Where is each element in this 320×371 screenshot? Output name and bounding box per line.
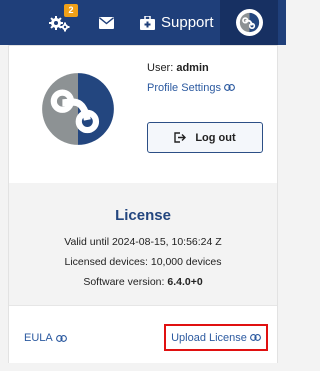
eula-link[interactable]: EULA (24, 332, 67, 344)
software-version: Software version: 6.4.0+0 (83, 276, 203, 288)
sign-out-icon (174, 132, 187, 143)
support-briefcase-icon (140, 15, 155, 30)
user-menu-tab[interactable] (220, 0, 278, 45)
license-valid-until: Valid until 2024-08-15, 10:56:24 Z (64, 236, 222, 248)
support-link[interactable]: Support (140, 0, 214, 45)
link-icon (55, 334, 67, 342)
user-section: User: admin Profile Settings Log out (9, 46, 277, 183)
current-user: User: admin (147, 62, 209, 74)
link-icon (249, 334, 261, 341)
license-title: License (115, 207, 171, 224)
link-icon (224, 84, 235, 91)
notification-badge: 2 (64, 4, 78, 17)
user-dropdown-panel: User: admin Profile Settings Log out Lic… (8, 45, 278, 363)
panel-footer: EULA Upload License (9, 305, 277, 363)
messages-button[interactable] (99, 0, 115, 45)
avatar (235, 9, 263, 36)
username: admin (176, 62, 209, 74)
licensed-devices: Licensed devices: 10,000 devices (64, 256, 222, 268)
envelope-icon (99, 16, 114, 29)
upload-license-link[interactable]: Upload License (164, 324, 268, 351)
top-navbar: 2 Support (0, 0, 286, 45)
support-label: Support (161, 14, 214, 31)
license-section: License Valid until 2024-08-15, 10:56:24… (9, 183, 277, 305)
profile-settings-link[interactable]: Profile Settings (147, 82, 235, 94)
app-logo-icon (239, 12, 259, 33)
company-logo (42, 73, 114, 145)
logout-button[interactable]: Log out (147, 122, 263, 153)
